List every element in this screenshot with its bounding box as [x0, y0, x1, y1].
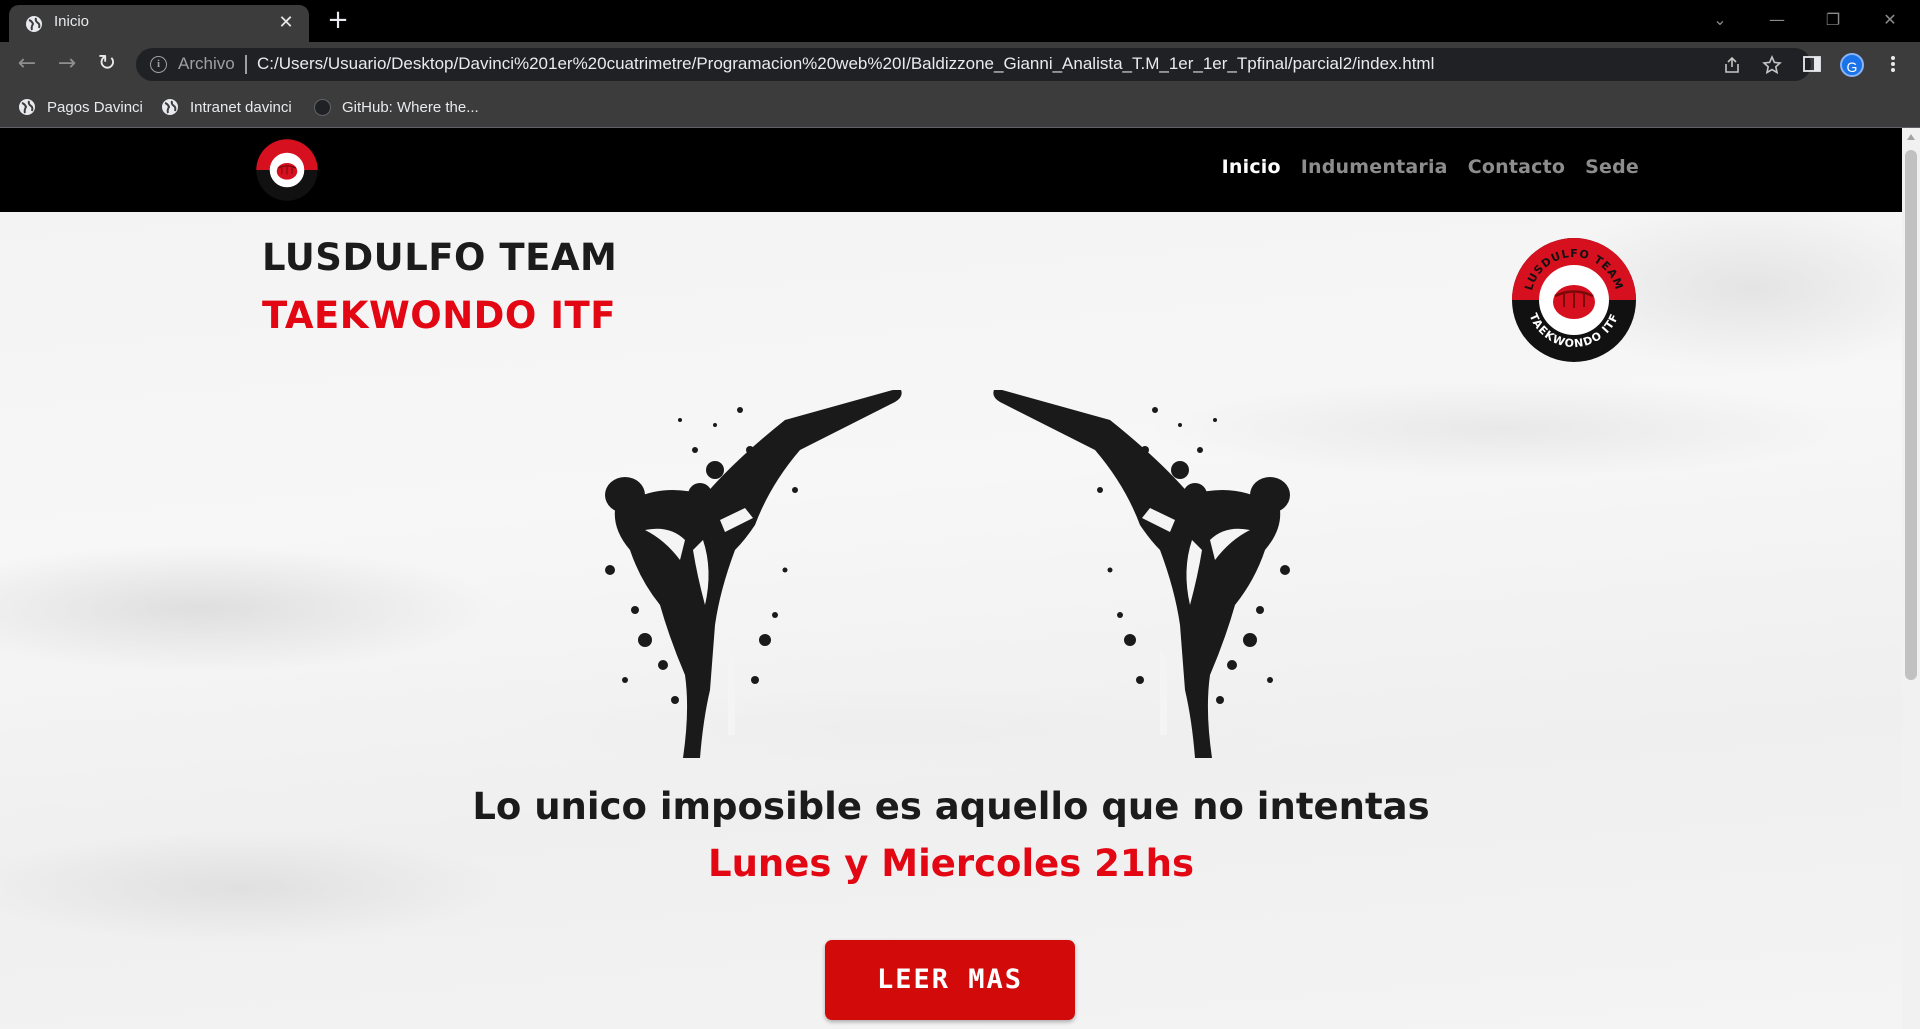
globe-icon [162, 99, 178, 115]
tab-close-icon[interactable]: ✕ [275, 12, 297, 34]
address-bar[interactable]: i Archivo C:/Users/Usuario/Desktop/Davin… [136, 48, 1811, 81]
class-schedule: Lunes y Miercoles 21hs [708, 842, 1194, 885]
bookmark-label: Pagos Davinci [47, 98, 143, 116]
browser-tab-bar: Inicio ✕ + ⌄ — ❐ ✕ [0, 0, 1920, 42]
bookmark-star-icon[interactable] [1762, 55, 1782, 75]
nav-links: Inicio Indumentaria Contacto Sede [1222, 156, 1639, 178]
forward-button[interactable]: → [54, 51, 80, 77]
bookmark-label: GitHub: Where the... [342, 98, 479, 116]
bookmark-pagos-davinci[interactable]: Pagos Davinci [18, 96, 143, 118]
profile-avatar[interactable]: G [1840, 53, 1864, 77]
globe-icon [19, 99, 35, 115]
scrollbar-thumb[interactable] [1905, 150, 1917, 680]
new-tab-button[interactable]: + [325, 7, 351, 34]
back-button[interactable]: ← [14, 51, 40, 77]
nav-link-inicio[interactable]: Inicio [1222, 156, 1281, 178]
tab-title: Inicio [54, 13, 90, 30]
close-window-button[interactable]: ✕ [1870, 6, 1910, 34]
address-separator [245, 55, 247, 74]
bookmark-label: Intranet davinci [190, 98, 292, 116]
leer-mas-button[interactable]: LEER MAS [825, 940, 1075, 1020]
team-logo-badge-icon: LUSDULFO TEAM TAEKWONDO ITF [1512, 238, 1636, 362]
minimize-button[interactable]: — [1757, 6, 1797, 34]
nav-link-contacto[interactable]: Contacto [1468, 156, 1565, 178]
page-viewport: Inicio Indumentaria Contacto Sede LUSDUL… [0, 128, 1902, 1029]
reload-button[interactable]: ↻ [94, 51, 120, 77]
side-panel-icon[interactable] [1801, 53, 1823, 75]
browser-toolbar: ← → ↻ i Archivo C:/Users/Usuario/Desktop… [0, 42, 1920, 87]
fighters-illustration [605, 390, 1290, 758]
url-text[interactable]: C:/Users/Usuario/Desktop/Davinci%201er%2… [257, 54, 1434, 74]
site-navbar: Inicio Indumentaria Contacto Sede [0, 128, 1902, 212]
page-scrollbar[interactable] [1902, 128, 1920, 1029]
nav-link-sede[interactable]: Sede [1585, 156, 1639, 178]
bookmark-intranet-davinci[interactable]: Intranet davinci [161, 96, 292, 118]
hero-slogan: Lo unico imposible es aquello que no int… [472, 785, 1430, 828]
scheme-label: Archivo [178, 54, 235, 73]
tab-search-icon[interactable]: ⌄ [1700, 6, 1740, 34]
bookmarks-bar: Pagos Davinci Intranet davinci GitHub: W… [0, 87, 1920, 128]
nav-link-indumentaria[interactable]: Indumentaria [1301, 156, 1448, 178]
menu-kebab-icon[interactable] [1882, 53, 1904, 75]
globe-icon [26, 16, 42, 32]
team-logo-icon[interactable] [255, 138, 319, 202]
scroll-up-arrow-icon[interactable] [1907, 134, 1915, 140]
bookmark-github[interactable]: GitHub: Where the... [314, 96, 479, 118]
hero-title: LUSDULFO TEAM [262, 236, 618, 279]
share-icon[interactable] [1722, 55, 1742, 75]
hero-subtitle: TAEKWONDO ITF [262, 294, 617, 337]
browser-tab[interactable]: Inicio ✕ [9, 5, 309, 42]
restore-button[interactable]: ❐ [1813, 6, 1853, 34]
info-icon[interactable]: i [150, 56, 167, 73]
github-icon [314, 98, 331, 116]
